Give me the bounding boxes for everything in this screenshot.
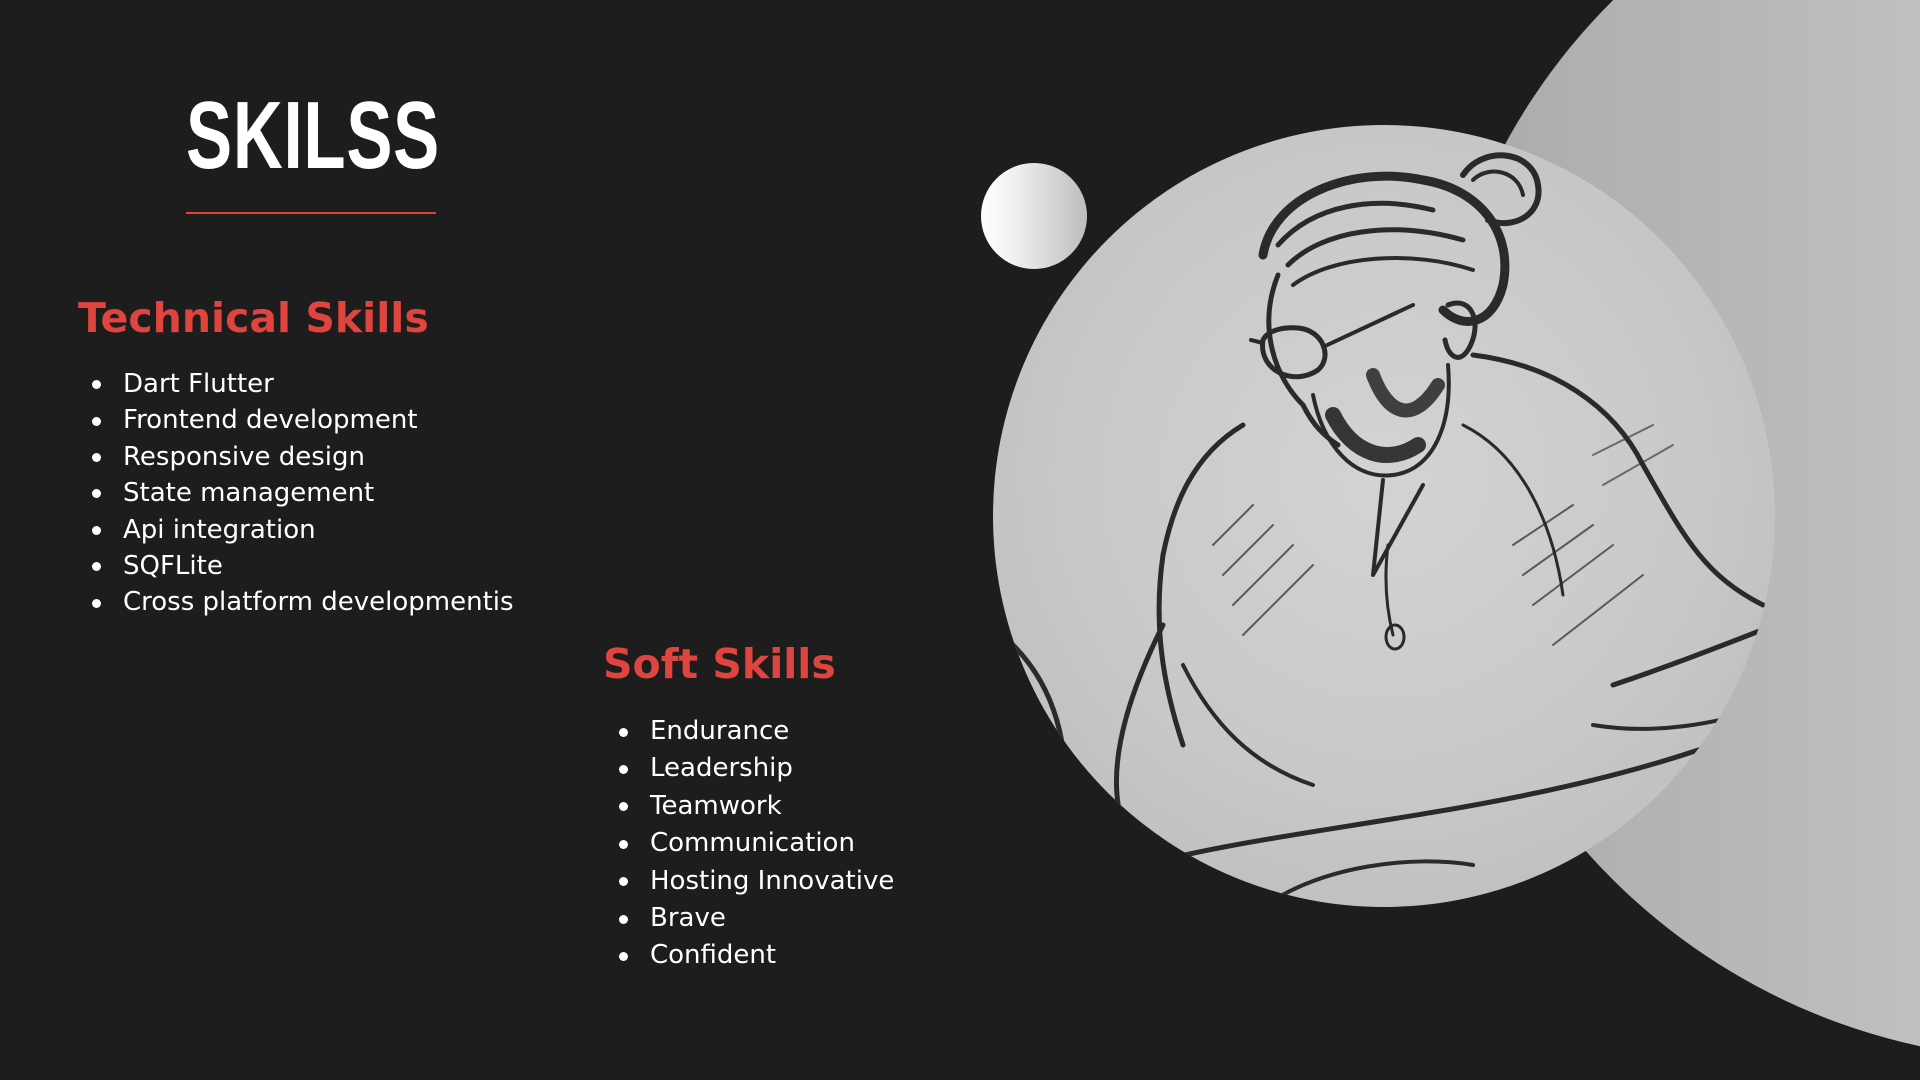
soft-skills-heading: Soft Skills <box>603 640 836 688</box>
list-item: Brave <box>605 900 894 937</box>
soft-skills-list: Endurance Leadership Teamwork Communicat… <box>605 713 894 975</box>
slide: SKILSS Technical Skills Dart Flutter Fro… <box>0 0 1920 1080</box>
portrait-sketch-image <box>993 125 1775 907</box>
technical-skills-heading: Technical Skills <box>78 294 429 342</box>
decorative-small-circle <box>981 163 1087 269</box>
list-item: Frontend development <box>78 402 514 438</box>
list-item: Dart Flutter <box>78 366 514 402</box>
list-item: Leadership <box>605 750 894 787</box>
list-item: Confident <box>605 937 894 974</box>
list-item: Communication <box>605 825 894 862</box>
list-item: Teamwork <box>605 788 894 825</box>
technical-skills-list: Dart Flutter Frontend development Respon… <box>78 366 514 621</box>
list-item: Api integration <box>78 512 514 548</box>
list-item: State management <box>78 475 514 511</box>
title-underline <box>186 212 436 214</box>
list-item: Endurance <box>605 713 894 750</box>
page-title: SKILSS <box>186 82 440 189</box>
list-item: Responsive design <box>78 439 514 475</box>
list-item: SQFLite <box>78 548 514 584</box>
list-item: Hosting Innovative <box>605 863 894 900</box>
list-item: Cross platform developmentis <box>78 584 514 620</box>
sketch-drawing <box>1010 152 1775 907</box>
